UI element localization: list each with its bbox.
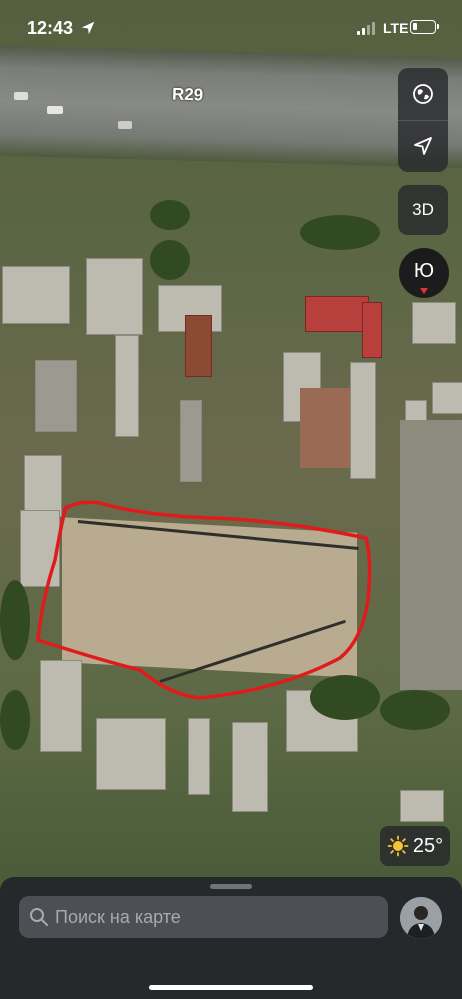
location-arrow-icon — [414, 137, 432, 155]
search-icon — [30, 908, 48, 926]
view-3d-label: 3D — [412, 200, 434, 219]
home-indicator[interactable] — [149, 985, 313, 990]
globe-icon — [413, 84, 433, 104]
map-controls — [398, 68, 448, 172]
locate-me-button[interactable] — [398, 120, 448, 172]
network-type: LTE — [383, 20, 409, 36]
search-bar[interactable] — [19, 896, 388, 938]
battery-icon — [410, 20, 439, 34]
avatar-image — [400, 897, 442, 939]
sun-icon — [387, 835, 409, 857]
view-3d-button[interactable]: 3D — [398, 185, 448, 235]
search-input[interactable] — [55, 896, 375, 938]
signal-bars-icon — [357, 22, 375, 35]
status-bar: 12:43 LTE — [0, 0, 462, 58]
compass-letter: Ю — [413, 260, 435, 282]
compass-needle-icon — [420, 288, 428, 294]
compass-button[interactable]: Ю — [399, 248, 449, 298]
status-time: 12:43 — [27, 18, 74, 38]
sheet-grabber[interactable] — [210, 884, 252, 889]
road-label: R29 — [171, 84, 204, 105]
weather-temperature: 25° — [412, 834, 444, 857]
weather-badge[interactable]: 25° — [380, 826, 450, 866]
user-avatar[interactable] — [400, 897, 442, 939]
map-type-button[interactable] — [398, 68, 448, 120]
location-arrow-icon — [81, 21, 95, 35]
